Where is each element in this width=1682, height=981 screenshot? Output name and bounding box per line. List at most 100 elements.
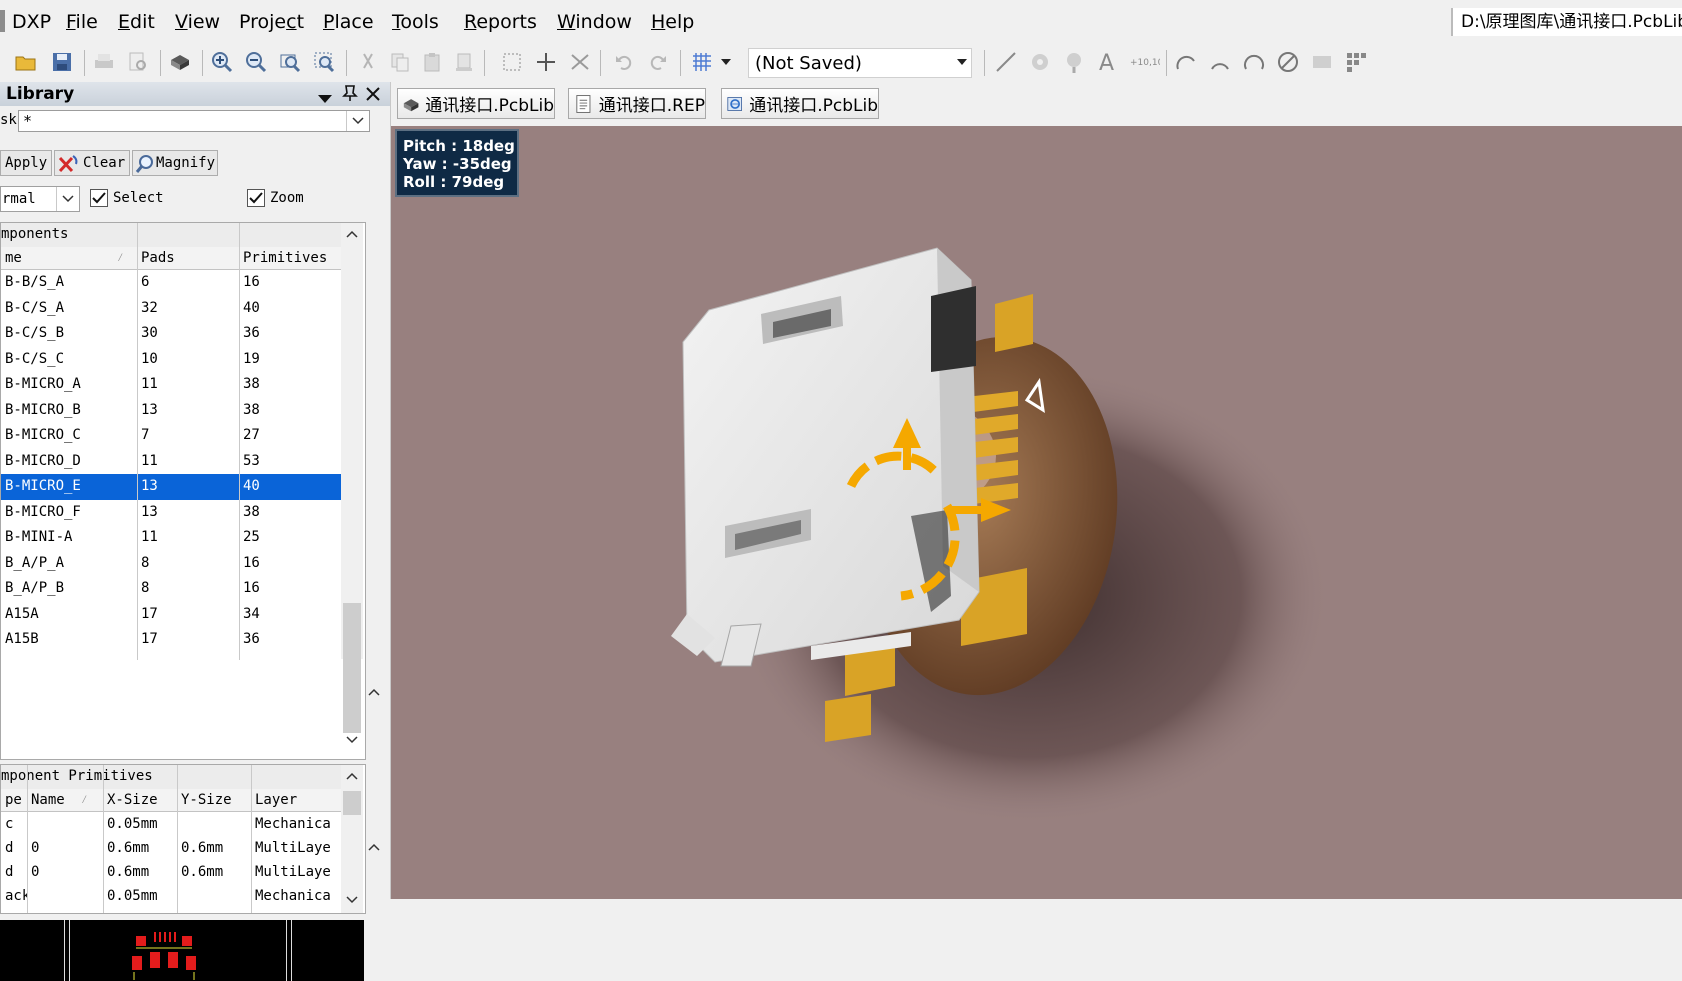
components-scrollbar[interactable] — [341, 223, 363, 733]
place-coordinate-icon[interactable]: +10,10 — [1130, 50, 1160, 74]
menu-edit[interactable]: Edit — [118, 11, 155, 33]
arc-center-icon[interactable] — [1174, 50, 1198, 74]
place-fill-icon[interactable] — [1310, 50, 1334, 74]
print-preview-icon[interactable] — [126, 50, 150, 74]
menu-tools[interactable]: Tools — [392, 11, 439, 33]
preview-divider — [286, 920, 292, 981]
column-header-xsize[interactable]: X-Size — [103, 789, 177, 811]
chevron-up-icon[interactable] — [346, 230, 358, 238]
menu-file[interactable]: File — [66, 11, 98, 33]
3d-view-icon[interactable] — [168, 50, 192, 74]
arc-edge-icon[interactable] — [1208, 50, 1232, 74]
primitive-row[interactable]: c 0.05mm Mechanica — [1, 812, 341, 838]
mask-input[interactable]: * — [18, 110, 370, 132]
grid-icon[interactable] — [690, 50, 714, 74]
component-row[interactable]: B-C/S_B 30 36 — [1, 321, 341, 347]
primitives-scrollbar-thumb[interactable] — [343, 791, 361, 815]
component-row[interactable]: B-MICRO_D 11 53 — [1, 449, 341, 475]
select-checkbox[interactable] — [90, 189, 108, 207]
component-row[interactable]: B-B/S_A 6 16 — [1, 270, 341, 296]
pin-icon[interactable] — [342, 84, 358, 107]
undo-icon[interactable] — [612, 50, 636, 74]
chevron-down-icon[interactable] — [346, 896, 358, 904]
array-paste-icon[interactable] — [1344, 50, 1368, 74]
splitter-up-icon[interactable] — [368, 843, 380, 851]
rubber-stamp-icon[interactable] — [452, 50, 476, 74]
mask-mode-select[interactable]: rmal — [0, 186, 80, 212]
zoom-checkbox[interactable] — [247, 189, 265, 207]
component-row[interactable]: A15A 17 34 — [1, 602, 341, 628]
column-header-pads[interactable]: Pads — [137, 247, 239, 269]
primitives-scrollbar[interactable] — [341, 765, 363, 913]
component-row[interactable]: B-MICRO_F 13 38 — [1, 500, 341, 526]
zoom-in-icon[interactable] — [210, 50, 234, 74]
menu-project[interactable]: Project — [239, 11, 304, 33]
magnify-button[interactable]: Magnify — [132, 150, 218, 176]
place-line-icon[interactable] — [994, 50, 1018, 74]
toolbar-separator — [484, 50, 485, 76]
library-panel-title: Library — [6, 84, 75, 104]
zoom-fit-icon[interactable] — [278, 50, 302, 74]
close-icon[interactable] — [366, 85, 380, 106]
redo-icon[interactable] — [646, 50, 670, 74]
column-header-name[interactable]: me ⁄ — [1, 247, 137, 269]
document-path-field[interactable]: D:\原理图库\通讯接口.PcbLib — [1451, 8, 1682, 36]
components-scrollbar-thumb[interactable] — [343, 603, 361, 733]
tab-pcblib-3d[interactable]: 通讯接口.PcbLib — [397, 88, 555, 119]
grid-dropdown-icon[interactable] — [718, 50, 734, 74]
clear-button[interactable]: Clear — [54, 150, 130, 176]
menu-dxp[interactable]: DXP — [12, 11, 51, 33]
component-row[interactable]: B_A/P_B 8 16 — [1, 576, 341, 602]
panel-menu-dropdown-icon[interactable] — [318, 88, 332, 109]
copy-icon[interactable] — [388, 50, 412, 74]
component-row[interactable]: B-MICRO_A 11 38 — [1, 372, 341, 398]
component-row[interactable]: B-MICRO_B 13 38 — [1, 398, 341, 424]
component-row[interactable]: B-MICRO_E 13 40 — [1, 474, 341, 500]
component-row[interactable]: A15B 17 36 — [1, 627, 341, 653]
component-row[interactable]: B-MINI-A 11 25 — [1, 525, 341, 551]
column-header-type[interactable]: pe — [1, 789, 27, 811]
menu-reports[interactable]: Reports — [464, 11, 537, 33]
menu-place[interactable]: Place — [323, 11, 374, 33]
component-row[interactable]: B-MICRO_C 7 27 — [1, 423, 341, 449]
column-header-layer[interactable]: Layer — [251, 789, 341, 811]
move-icon[interactable] — [534, 50, 558, 74]
component-row[interactable]: B-C/S_C 10 19 — [1, 347, 341, 373]
menu-help[interactable]: Help — [651, 11, 694, 33]
chevron-up-icon[interactable] — [346, 772, 358, 780]
apply-button[interactable]: Apply — [0, 150, 52, 176]
select-area-icon[interactable] — [500, 50, 524, 74]
tab-pcblib-browser[interactable]: 通讯接口.PcbLib — [721, 88, 879, 119]
open-folder-icon[interactable] — [14, 50, 38, 74]
zoom-selection-icon[interactable] — [312, 50, 336, 74]
column-header-prim-name[interactable]: Name ⁄ — [27, 789, 103, 811]
save-icon[interactable] — [50, 50, 74, 74]
paste-icon[interactable] — [420, 50, 444, 74]
3d-viewport[interactable]: Pitch : 18deg Yaw : -35deg Roll : 79deg — [391, 126, 1682, 899]
mask-dropdown-button[interactable] — [346, 111, 369, 131]
primitive-row[interactable]: d 0 0.6mm 0.6mm MultiLaye — [1, 860, 341, 886]
tab-rep[interactable]: 通讯接口.REP — [568, 88, 706, 119]
arc-any-icon[interactable] — [1242, 50, 1266, 74]
full-circle-icon[interactable] — [1276, 50, 1300, 74]
column-header-primitives[interactable]: Primitives — [239, 247, 341, 269]
primitive-row[interactable]: ack 0.05mm Mechanica — [1, 884, 341, 910]
cut-icon[interactable] — [356, 50, 380, 74]
column-header-ysize[interactable]: Y-Size — [177, 789, 251, 811]
place-via-icon[interactable] — [1062, 50, 1086, 74]
usb-micro-3d-model[interactable] — [391, 126, 1682, 899]
menu-view[interactable]: View — [175, 11, 220, 33]
deselect-icon[interactable] — [568, 50, 592, 74]
print-icon[interactable] — [92, 50, 116, 74]
footprint-preview[interactable] — [0, 920, 364, 981]
place-pad-icon[interactable] — [1028, 50, 1052, 74]
component-row[interactable]: B-C/S_A 32 40 — [1, 296, 341, 322]
primitive-row[interactable]: d 0 0.6mm 0.6mm MultiLaye — [1, 836, 341, 862]
component-row[interactable]: B_A/P_A 8 16 — [1, 551, 341, 577]
place-string-icon[interactable]: A — [1096, 50, 1120, 74]
splitter-up-icon[interactable] — [368, 688, 380, 696]
menu-window[interactable]: Window — [557, 11, 632, 33]
chevron-down-icon[interactable] — [346, 736, 358, 744]
view-configuration-select[interactable]: (Not Saved) — [748, 48, 972, 78]
zoom-out-icon[interactable] — [244, 50, 268, 74]
